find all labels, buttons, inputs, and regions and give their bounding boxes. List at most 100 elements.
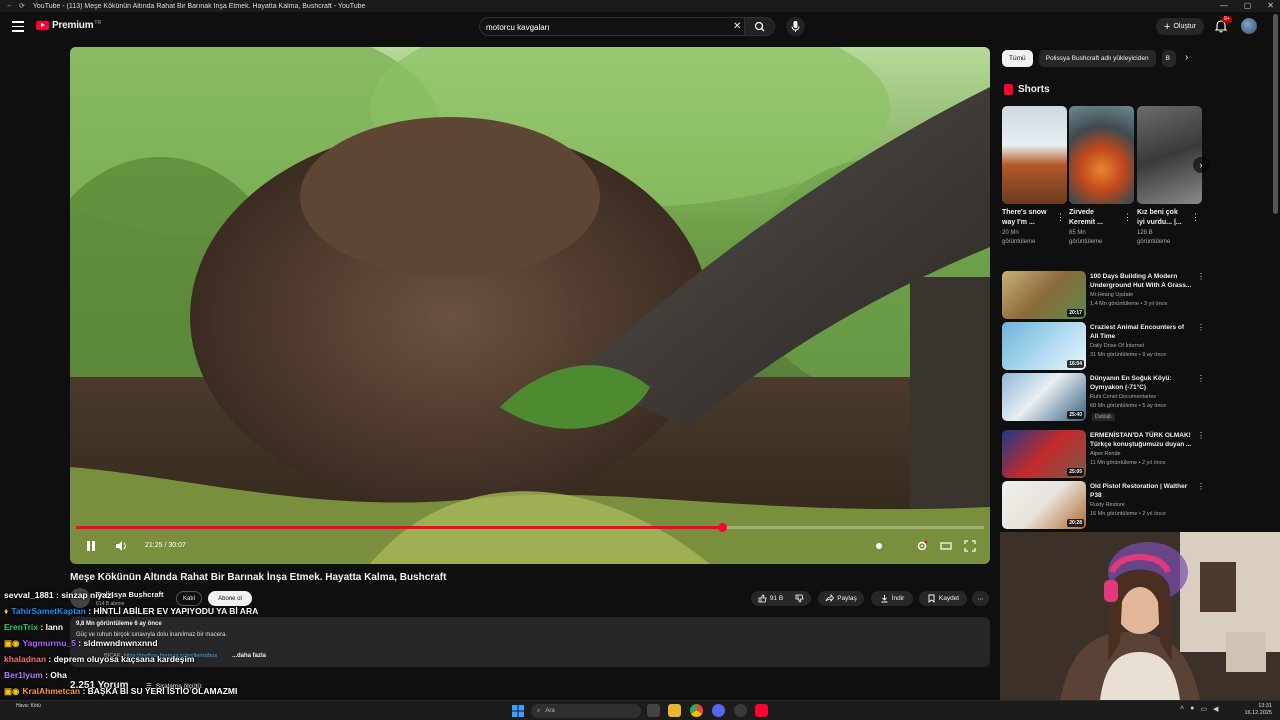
- chat-username[interactable]: KralAhmetcan: [22, 686, 80, 696]
- download-button[interactable]: İndir: [871, 591, 913, 606]
- more-actions-button[interactable]: ⋯: [972, 591, 989, 606]
- video-thumbnail[interactable]: 16:04: [1002, 322, 1086, 370]
- like-icon[interactable]: [758, 594, 767, 603]
- progress-fill: [76, 526, 722, 529]
- video-title[interactable]: Dünyanın En Soğuk Köyü: Oymyakon (-71°C): [1090, 374, 1192, 392]
- short-menu-icon[interactable]: ⋮: [1123, 212, 1132, 223]
- obs-icon[interactable]: [734, 704, 747, 717]
- theater-mode-icon[interactable]: [939, 539, 953, 553]
- taskbar-search[interactable]: ⌕ Ara: [531, 704, 641, 718]
- video-thumbnail[interactable]: 20:17: [1002, 271, 1086, 319]
- short-menu-icon[interactable]: ⋮: [1191, 212, 1200, 223]
- chat-username[interactable]: khaladnan: [4, 654, 46, 664]
- chevron-right-icon[interactable]: ›: [1185, 52, 1188, 63]
- short-menu-icon[interactable]: ⋮: [1056, 212, 1065, 223]
- video-thumbnail[interactable]: 25:40: [1002, 373, 1086, 421]
- account-avatar[interactable]: [1241, 18, 1257, 34]
- recommended-video[interactable]: 16:04 Craziest Animal Encounters of All T…: [1002, 322, 1205, 370]
- task-view-icon[interactable]: [647, 704, 660, 717]
- chat-message: ♦ TahirSametKaptan : HİNTLİ ABİLER EV YAP…: [4, 606, 258, 616]
- minimize-icon[interactable]: —: [1220, 0, 1228, 12]
- video-channel[interactable]: Alper Rende: [1090, 451, 1121, 457]
- speaker-icon[interactable]: ◀: [1213, 705, 1218, 713]
- volume-icon[interactable]: [114, 539, 128, 553]
- recommended-video[interactable]: 20:28 Old Pistol Restoration | Walther P3…: [1002, 481, 1205, 529]
- video-title[interactable]: Craziest Animal Encounters of All Time: [1090, 323, 1192, 341]
- discord-icon[interactable]: [712, 704, 725, 717]
- youtube-logo[interactable]: Premium TR: [36, 20, 101, 31]
- chat-username[interactable]: Yagmurmu_5: [22, 638, 75, 648]
- settings-icon[interactable]: [915, 539, 929, 553]
- filter-chip[interactable]: B: [1161, 50, 1176, 67]
- recommended-video[interactable]: 20:17 100 Days Building A Modern Undergro…: [1002, 271, 1205, 319]
- close-window-icon[interactable]: ✕: [1267, 0, 1274, 12]
- video-channel[interactable]: Rusty Restore: [1090, 502, 1125, 508]
- like-count[interactable]: 91 B: [770, 595, 783, 602]
- pause-icon[interactable]: [84, 539, 98, 553]
- video-thumbnail[interactable]: 25:05: [1002, 430, 1086, 478]
- webcam-image: [1000, 532, 1280, 700]
- video-channel[interactable]: Ruhi Cenet Documentaries: [1090, 394, 1156, 400]
- page-scrollbar[interactable]: [1273, 14, 1278, 214]
- dislike-icon[interactable]: [795, 594, 804, 603]
- shorts-title: Shorts: [1018, 84, 1050, 95]
- fullscreen-icon[interactable]: [963, 539, 977, 553]
- filter-chip[interactable]: Tümü: [1002, 50, 1033, 67]
- search-input[interactable]: [486, 21, 726, 33]
- notifications-button[interactable]: 9+: [1214, 16, 1232, 33]
- chat-username[interactable]: TahirSametKaptan: [11, 606, 85, 616]
- mic-tray-icon[interactable]: ●: [1190, 705, 1194, 713]
- video-channel[interactable]: Daily Dose Of Internet: [1090, 343, 1144, 349]
- voice-search-button[interactable]: [786, 17, 805, 36]
- video-player[interactable]: 21:25 / 30:07: [70, 47, 990, 564]
- weather-widget[interactable]: Hava: Kötü: [16, 703, 41, 709]
- video-menu-icon[interactable]: ⋮: [1197, 272, 1205, 281]
- create-button[interactable]: + Oluştur: [1156, 18, 1204, 35]
- save-button[interactable]: Kaydet: [919, 591, 967, 606]
- share-button[interactable]: Paylaş: [818, 591, 864, 606]
- autoplay-toggle-icon[interactable]: [872, 539, 886, 553]
- recommended-video[interactable]: 25:05 ERMENİSTAN'DA TÜRK OLMAK! Türkçe ko…: [1002, 430, 1205, 478]
- short-thumbnail[interactable]: [1069, 106, 1134, 204]
- video-menu-icon[interactable]: ⋮: [1197, 374, 1205, 383]
- hamburger-icon[interactable]: [12, 21, 24, 32]
- progress-scrubber[interactable]: [717, 523, 727, 532]
- back-icon[interactable]: ←: [6, 2, 13, 10]
- reload-icon[interactable]: ⟳: [19, 2, 25, 10]
- taskbar-search-placeholder: Ara: [545, 708, 555, 714]
- video-thumbnail[interactable]: 20:28: [1002, 481, 1086, 529]
- search-button[interactable]: [744, 18, 774, 35]
- short-card[interactable]: There's snow way I'm ... 20 Mn görüntüleme…: [1002, 106, 1067, 247]
- video-title[interactable]: ERMENİSTAN'DA TÜRK OLMAK! Türkçe konuştu…: [1090, 431, 1192, 449]
- filter-chip[interactable]: Polissya Bushcraft adlı yükleyiciden: [1038, 50, 1156, 67]
- maximize-icon[interactable]: ▢: [1244, 0, 1252, 12]
- chat-username[interactable]: Ber1lyum: [4, 670, 43, 680]
- recommended-video[interactable]: 25:40 Dünyanın En Soğuk Köyü: Oymyakon (-…: [1002, 373, 1205, 421]
- video-channel[interactable]: Mr.Heang Update: [1090, 292, 1133, 298]
- video-menu-icon[interactable]: ⋮: [1197, 323, 1205, 332]
- file-explorer-icon[interactable]: [668, 704, 681, 717]
- tray-chevron-icon[interactable]: ˄: [1180, 705, 1184, 713]
- clear-search-icon[interactable]: ✕: [733, 21, 741, 32]
- logo-region: TR: [94, 19, 102, 26]
- short-thumbnail[interactable]: [1002, 106, 1067, 204]
- video-menu-icon[interactable]: ⋮: [1197, 431, 1205, 440]
- short-thumbnail[interactable]: [1137, 106, 1202, 204]
- player-controls: 21:25 / 30:07: [70, 535, 990, 559]
- network-icon[interactable]: ▭: [1200, 705, 1207, 713]
- video-title[interactable]: Old Pistol Restoration | Walther P38: [1090, 482, 1192, 500]
- short-card[interactable]: Zirvede Keremit ... 85 Mn görüntüleme ⋮: [1069, 106, 1134, 247]
- windows-start-icon[interactable]: [512, 705, 524, 717]
- create-label: Oluştur: [1173, 23, 1196, 30]
- short-card[interactable]: Kız beni çok iyi vurdu... |... 128 Bgörün…: [1137, 106, 1202, 247]
- short-views-line2: görüntüleme: [1069, 239, 1103, 245]
- chat-username[interactable]: sevval_1881: [4, 590, 54, 600]
- video-menu-icon[interactable]: ⋮: [1197, 482, 1205, 491]
- progress-bar[interactable]: [76, 523, 984, 532]
- shorts-next-icon[interactable]: ›: [1193, 157, 1209, 173]
- video-title[interactable]: 100 Days Building A Modern Underground H…: [1090, 272, 1192, 290]
- chat-username[interactable]: ErenTrix: [4, 622, 38, 632]
- clock[interactable]: 13:31 16.12.2025: [1244, 703, 1272, 717]
- chrome-icon[interactable]: [690, 704, 703, 717]
- youtube-app-icon[interactable]: [755, 704, 768, 717]
